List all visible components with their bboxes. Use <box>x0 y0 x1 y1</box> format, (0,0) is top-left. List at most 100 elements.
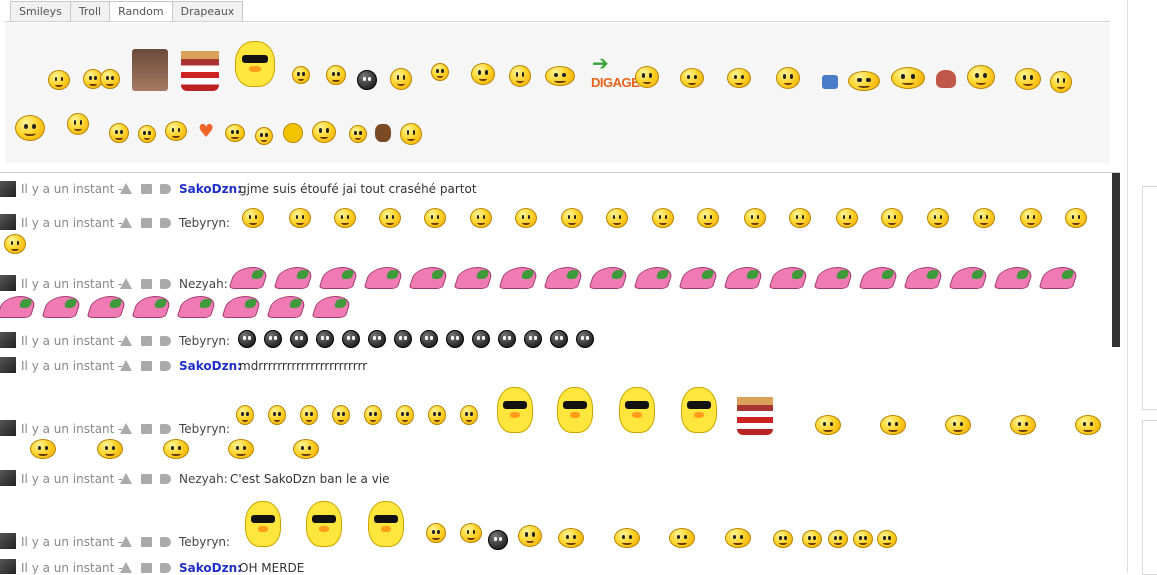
tab-random[interactable]: Random <box>109 1 173 21</box>
avatar[interactable] <box>0 470 16 486</box>
avatar[interactable] <box>0 275 16 291</box>
kfc-bucket-icon[interactable] <box>181 51 219 91</box>
report-icon[interactable] <box>120 473 132 484</box>
smiley-icon <box>697 208 719 228</box>
mail-icon[interactable] <box>141 336 152 346</box>
chat-scrollbar[interactable] <box>1112 173 1120 347</box>
report-icon[interactable] <box>120 183 132 194</box>
message-author[interactable]: Nezyah: <box>179 472 228 486</box>
poop-icon[interactable] <box>936 70 956 88</box>
tag-icon[interactable] <box>160 279 171 289</box>
report-icon[interactable] <box>120 360 132 371</box>
message-author[interactable]: Tebyryn: <box>179 422 230 436</box>
smiley-icon[interactable] <box>165 121 187 141</box>
avatar[interactable] <box>0 559 16 574</box>
smiley-icon[interactable] <box>292 66 310 84</box>
smiley-icon[interactable] <box>431 63 449 81</box>
smiley-icon[interactable] <box>1050 71 1072 93</box>
smiley-icon[interactable] <box>545 66 575 86</box>
mail-icon[interactable] <box>141 424 152 434</box>
mail-icon[interactable] <box>141 563 152 573</box>
message-text: gjme suis étoufé jai tout craséhé partot <box>239 182 477 196</box>
tag-icon[interactable] <box>160 218 171 228</box>
message-author[interactable]: SakoDzn: <box>179 561 242 574</box>
mail-icon[interactable] <box>141 184 152 194</box>
message-text: C'est SakoDzn ban le a vie <box>230 472 390 486</box>
smiley-icon <box>1010 415 1036 435</box>
avatar[interactable] <box>0 420 16 436</box>
tag-icon[interactable] <box>160 336 171 346</box>
tag-icon[interactable] <box>160 537 171 547</box>
report-icon[interactable] <box>120 278 132 289</box>
smiley-icon[interactable] <box>848 71 880 91</box>
chick-sunglasses-icon[interactable] <box>235 41 275 87</box>
yellow-ball-icon[interactable] <box>283 123 303 143</box>
smiley-icon[interactable] <box>727 68 751 88</box>
smiley-icon[interactable] <box>967 65 995 89</box>
smiley-icon[interactable] <box>635 66 659 88</box>
mail-icon[interactable] <box>141 218 152 228</box>
dark-smiley-icon[interactable] <box>357 70 377 90</box>
bear-icon[interactable] <box>375 124 391 142</box>
pig-icon <box>858 267 900 289</box>
report-icon[interactable] <box>120 335 132 346</box>
message-author[interactable]: SakoDzn: <box>179 359 242 373</box>
digage-smiley[interactable]: DIGAGE <box>591 75 640 90</box>
avatar[interactable] <box>0 181 16 197</box>
smiley-icon <box>815 415 841 435</box>
smiley-icon[interactable] <box>1015 68 1041 90</box>
report-icon[interactable] <box>120 536 132 547</box>
thumbs-up-icon[interactable] <box>822 75 838 89</box>
tag-icon[interactable] <box>160 424 171 434</box>
report-icon[interactable] <box>120 562 132 573</box>
heart-icon[interactable]: ♥ <box>198 121 214 142</box>
smiley-icon[interactable] <box>471 63 495 85</box>
mail-icon[interactable] <box>141 474 152 484</box>
smiley-icon[interactable] <box>225 124 245 142</box>
tab-troll[interactable]: Troll <box>69 1 111 21</box>
message-author[interactable]: Tebyryn: <box>179 535 230 549</box>
tag-icon[interactable] <box>160 474 171 484</box>
message-author[interactable]: Nezyah: <box>179 277 228 291</box>
smiley-icon[interactable] <box>326 65 346 85</box>
message-author[interactable]: Tebyryn: <box>179 334 230 348</box>
smiley-icon[interactable] <box>109 123 129 143</box>
tag-icon[interactable] <box>160 563 171 573</box>
smiley-icon[interactable] <box>400 123 422 145</box>
smiley-icon[interactable] <box>390 68 412 90</box>
tag-icon[interactable] <box>160 361 171 371</box>
smiley-icon[interactable] <box>680 68 704 88</box>
mail-icon[interactable] <box>141 537 152 547</box>
avatar[interactable] <box>0 214 16 230</box>
tab-smileys[interactable]: Smileys <box>10 1 71 21</box>
smiley-icon[interactable] <box>138 125 156 143</box>
smiley-icon[interactable] <box>509 65 531 87</box>
mail-icon[interactable] <box>141 361 152 371</box>
smiley-icon[interactable] <box>776 67 800 89</box>
avatar[interactable] <box>0 533 16 549</box>
chick-sunglasses-icon <box>497 387 533 433</box>
dark-smiley-icon <box>264 330 282 348</box>
message-author[interactable]: SakoDzn: <box>179 182 242 196</box>
tab-drapeaux[interactable]: Drapeaux <box>171 1 244 21</box>
pig-icon <box>813 267 855 289</box>
smiley-icon[interactable] <box>891 67 925 89</box>
mail-icon[interactable] <box>141 279 152 289</box>
smiley-icon <box>97 439 123 459</box>
sleeping-smiley-icon[interactable] <box>15 115 45 141</box>
report-icon[interactable] <box>120 217 132 228</box>
smiley-icon[interactable] <box>100 69 120 89</box>
avatar[interactable] <box>0 332 16 348</box>
smiley-icon <box>836 208 858 228</box>
avatar[interactable] <box>0 357 16 373</box>
smiley-icon[interactable] <box>67 113 89 135</box>
smiley-icon[interactable] <box>255 127 273 145</box>
pig-icon <box>903 267 945 289</box>
smiley-icon[interactable] <box>312 121 336 143</box>
smiley-icon[interactable] <box>48 70 70 90</box>
tag-icon[interactable] <box>160 184 171 194</box>
smiley-icon[interactable] <box>349 125 367 143</box>
message-author[interactable]: Tebyryn: <box>179 216 230 230</box>
face-photo-icon[interactable] <box>132 49 168 91</box>
report-icon[interactable] <box>120 423 132 434</box>
